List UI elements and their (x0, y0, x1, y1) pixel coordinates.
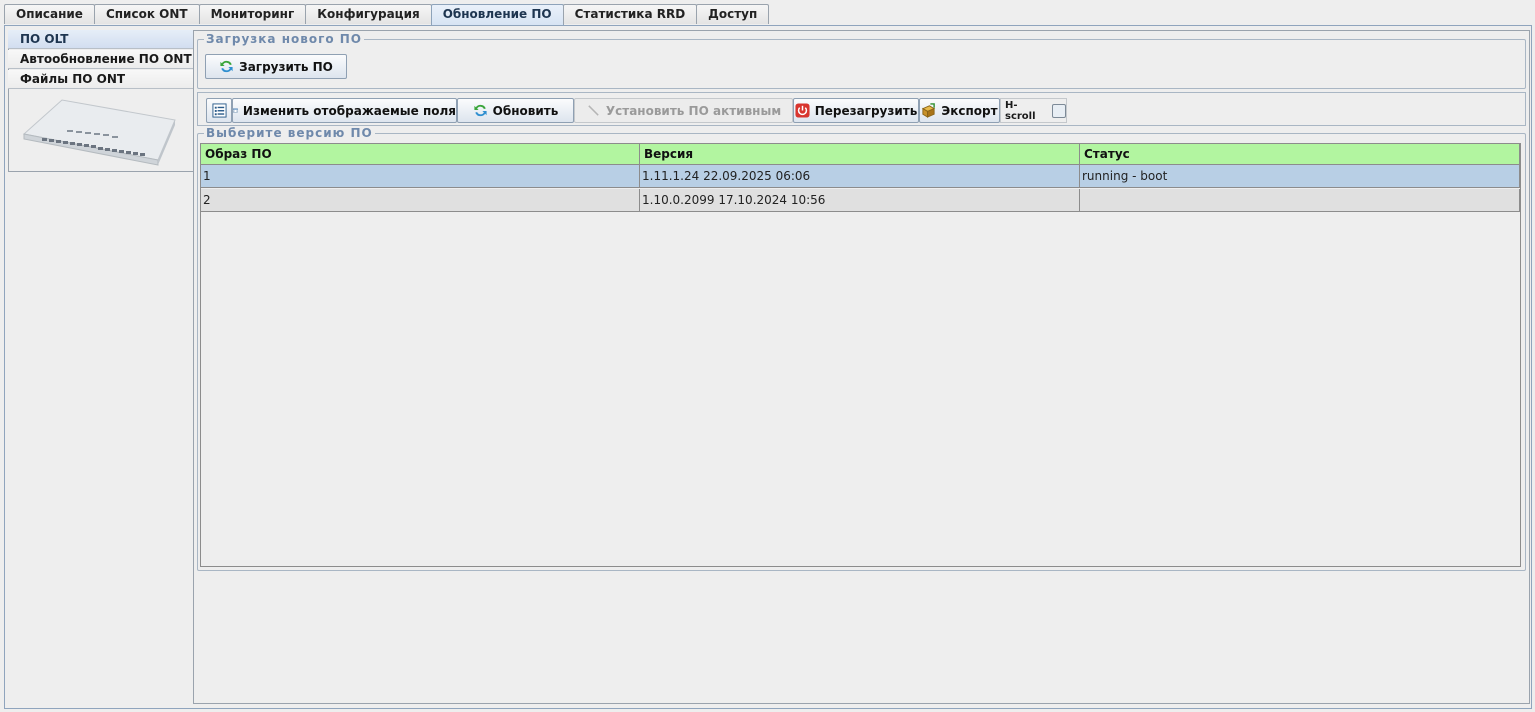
versions-section-legend: Выберите версию ПО (204, 126, 375, 140)
tab-rrd-statistics[interactable]: Статистика RRD (562, 4, 698, 24)
refresh-button[interactable]: Обновить (457, 98, 574, 123)
window-fields-icon (233, 108, 238, 113)
upload-section: Загрузка нового ПО (197, 32, 1526, 89)
tab-monitoring[interactable]: Мониторинг (198, 4, 307, 24)
column-header-status[interactable]: Статус (1080, 144, 1520, 165)
export-button[interactable]: Экспорт (919, 98, 1000, 123)
cell-status (1080, 189, 1520, 212)
refresh-icon (220, 60, 233, 73)
cell-image: 1 (201, 165, 640, 188)
tab-access[interactable]: Доступ (696, 4, 770, 24)
cell-version: 1.10.0.2099 17.10.2024 10:56 (640, 189, 1080, 212)
set-active-label: Установить ПО активным (605, 103, 782, 118)
list-icon (211, 103, 227, 118)
side-tab-olt-software[interactable]: ПО OLT (8, 30, 193, 49)
change-fields-label: Изменить отображаемые поля (242, 103, 456, 118)
column-header-image[interactable]: Образ ПО (201, 144, 640, 165)
refresh-icon (474, 104, 487, 117)
hscroll-toggle[interactable]: H-scroll (1000, 98, 1067, 123)
reboot-button[interactable]: Перезагрузить (793, 98, 919, 123)
side-tab-ont-autoupdate[interactable]: Автообновление ПО ONT (8, 50, 193, 69)
olt-device-image (22, 99, 176, 166)
cell-version: 1.11.1.24 22.09.2025 06:06 (640, 165, 1080, 188)
table-row[interactable]: 2 1.10.0.2099 17.10.2024 10:56 (201, 189, 1520, 212)
power-icon (795, 103, 810, 118)
upload-button-label: Загрузить ПО (239, 59, 333, 74)
main-tab-bar: Описание Список ONT Мониторинг Конфигура… (4, 4, 770, 26)
hscroll-label: H-scroll (1005, 99, 1036, 122)
column-header-version[interactable]: Версия (640, 144, 1080, 165)
tab-software-update[interactable]: Обновление ПО (430, 4, 564, 26)
export-label: Экспорт (941, 103, 998, 118)
tab-configuration[interactable]: Конфигурация (305, 4, 432, 24)
tab-ont-list[interactable]: Список ONT (93, 4, 200, 24)
table-header: Образ ПО Версия Статус (201, 144, 1520, 165)
upload-section-legend: Загрузка нового ПО (204, 32, 365, 46)
tab-description[interactable]: Описание (4, 4, 95, 24)
versions-table: Образ ПО Версия Статус 1 1.11.1.24 22.09… (200, 143, 1521, 567)
side-tab-ont-files[interactable]: Файлы ПО ONT (8, 70, 193, 89)
cell-status: running - boot (1080, 165, 1520, 188)
set-active-button[interactable]: Установить ПО активным (574, 98, 793, 123)
export-box-icon (922, 103, 936, 118)
change-fields-button[interactable]: Изменить отображаемые поля (232, 98, 457, 123)
upload-software-button[interactable]: Загрузить ПО (205, 54, 347, 79)
refresh-label: Обновить (492, 103, 559, 118)
cell-image: 2 (201, 189, 640, 212)
reboot-label: Перезагрузить (814, 103, 918, 118)
table-row[interactable]: 1 1.11.1.24 22.09.2025 06:06 running - b… (201, 165, 1520, 188)
column-list-button[interactable] (206, 98, 232, 123)
wand-icon (588, 105, 599, 116)
hscroll-checkbox[interactable] (1052, 103, 1066, 118)
